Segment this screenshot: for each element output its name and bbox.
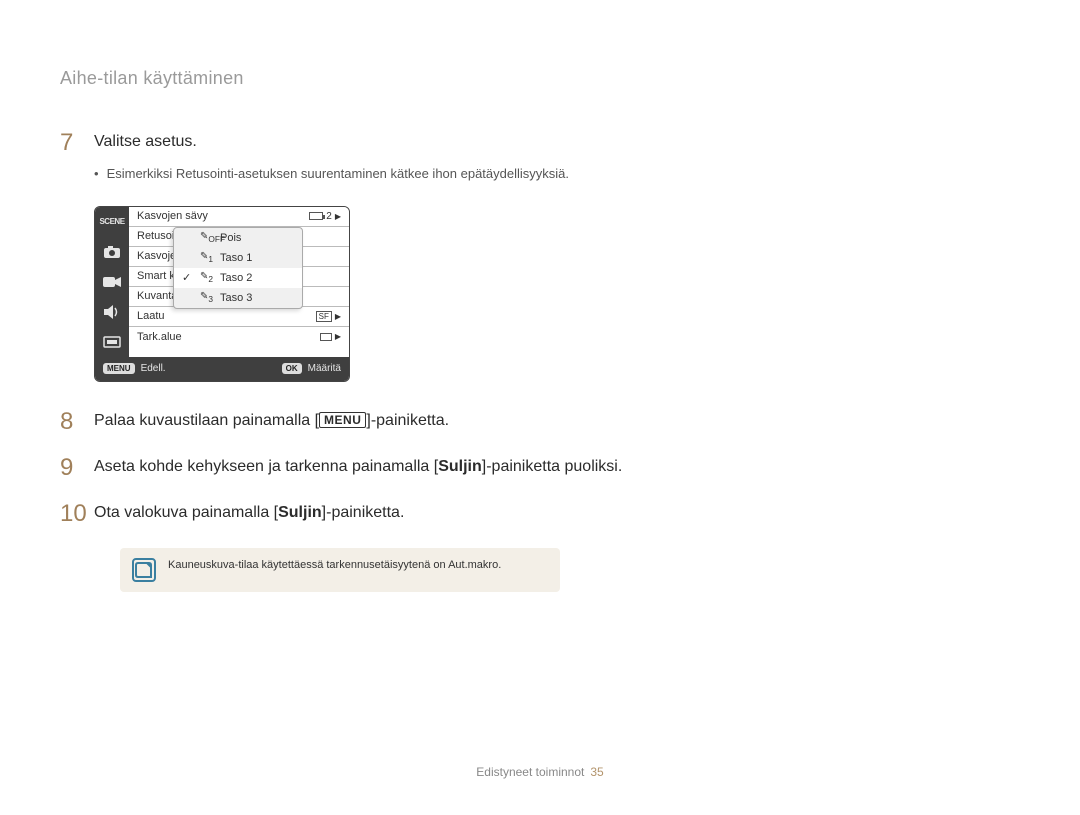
- scene-icon: SCENE: [101, 213, 123, 231]
- step-number: 9: [60, 456, 94, 480]
- level-icon: ✎OFF: [200, 231, 214, 244]
- prev-label: Edell.: [141, 363, 166, 374]
- mode-icon-strip: SCENE: [95, 207, 129, 357]
- page-footer: Edistyneet toiminnot 35: [0, 765, 1080, 779]
- popup-label: Taso 1: [220, 252, 252, 264]
- popup-label: Pois: [220, 232, 241, 244]
- step-9: 9 Aseta kohde kehykseen ja tarkenna pain…: [60, 456, 1020, 480]
- level-icon: ✎1: [200, 251, 214, 264]
- note-icon: [132, 558, 156, 582]
- footer-section-label: Edistyneet toiminnot: [476, 765, 584, 779]
- step-8: 8 Palaa kuvaustilaan painamalla [MENU]-p…: [60, 410, 1020, 434]
- video-icon: [101, 273, 123, 291]
- popup-label: Taso 2: [220, 272, 252, 284]
- level-icon: ✎3: [200, 291, 214, 304]
- step-number: 10: [60, 502, 94, 526]
- menu-label: Laatu: [137, 310, 165, 322]
- popup-item: ✎3 Taso 3: [174, 288, 302, 308]
- menu-value: SF▶: [316, 311, 341, 322]
- step-number: 7: [60, 131, 94, 155]
- note-text: Kauneuskuva-tilaa käytettäessä tarkennus…: [168, 558, 501, 573]
- page-number: 35: [590, 765, 603, 779]
- info-note: Kauneuskuva-tilaa käytettäessä tarkennus…: [120, 548, 560, 592]
- menu-label: Kasvojen sävy: [137, 210, 208, 222]
- level-icon: ✎2: [200, 271, 214, 284]
- step-text: Ota valokuva painamalla [Suljin]-painike…: [94, 502, 404, 524]
- step-number: 8: [60, 410, 94, 434]
- step-sub-text: Esimerkiksi Retusointi-asetuksen suurent…: [107, 165, 569, 183]
- display-icon: [101, 333, 123, 351]
- popup-item: ✓ ✎2 Taso 2: [174, 268, 302, 288]
- menu-row: Laatu SF▶: [129, 307, 349, 327]
- camera-icon: [101, 243, 123, 261]
- step-text: Valitse asetus.: [94, 131, 569, 153]
- menu-footer: MENU Edell. OK Määritä: [95, 357, 349, 381]
- menu-value: ▶: [320, 332, 341, 341]
- menu-row: Kasvojen sävy 2▶: [129, 207, 349, 227]
- step-10: 10 Ota valokuva painamalla [Suljin]-pain…: [60, 502, 1020, 526]
- bullet-icon: •: [94, 165, 99, 183]
- retouch-level-popup: ✎OFF Pois ✎1 Taso 1 ✓ ✎2 Taso 2: [173, 227, 303, 309]
- menu-row: Tark.alue ▶: [129, 327, 349, 347]
- step-7: 7 Valitse asetus. • Esimerkiksi Retusoin…: [60, 131, 1020, 184]
- check-icon: ✓: [182, 271, 194, 284]
- popup-item: ✎OFF Pois: [174, 228, 302, 248]
- ok-label: Määritä: [308, 363, 341, 374]
- step-text: Palaa kuvaustilaan painamalla [MENU]-pai…: [94, 410, 449, 432]
- menu-key-icon: MENU: [319, 412, 366, 428]
- speaker-icon: [101, 303, 123, 321]
- camera-menu-screenshot: SCENE Kasvojen sävy 2▶ R: [94, 206, 350, 382]
- menu-label: Tark.alue: [137, 331, 182, 343]
- ok-button-label: OK: [282, 363, 302, 374]
- popup-label: Taso 3: [220, 292, 252, 304]
- menu-button-label: MENU: [103, 363, 135, 374]
- menu-value: 2▶: [309, 211, 341, 222]
- step-text: Aseta kohde kehykseen ja tarkenna painam…: [94, 456, 622, 478]
- section-title: Aihe-tilan käyttäminen: [60, 68, 1020, 89]
- popup-item: ✎1 Taso 1: [174, 248, 302, 268]
